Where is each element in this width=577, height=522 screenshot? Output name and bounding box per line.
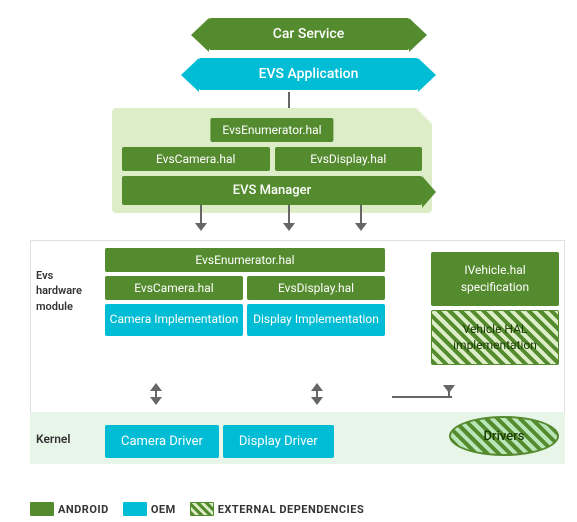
- arrowhead-display-up: [311, 383, 323, 391]
- legend: ANDROID OEM EXTERNAL DEPENDENCIES: [30, 502, 565, 516]
- inner-evs-display: EvsDisplay.hal: [247, 276, 385, 300]
- evs-display-top: EvsDisplay.hal: [275, 147, 423, 171]
- evs-hw-line3: module: [36, 300, 73, 313]
- camera-driver-label: Camera Driver: [121, 434, 203, 449]
- h-line-vehicle: [392, 396, 452, 398]
- arrow-v-display: [360, 205, 362, 225]
- evs-hw-line1: Evs: [36, 269, 53, 282]
- drivers-label: Drivers: [483, 429, 524, 444]
- display-impl-label: Display Implementation: [253, 312, 379, 326]
- inner-hal-row: EvsCamera.hal EvsDisplay.hal: [105, 276, 385, 300]
- legend-oem-label: OEM: [151, 503, 176, 516]
- inner-impl-row: Camera Implementation Display Implementa…: [105, 304, 385, 336]
- arrowhead-camera-down: [150, 397, 162, 405]
- v-line-vehicle: [448, 386, 450, 398]
- kernel-boxes: Camera Driver Display Driver: [105, 425, 334, 458]
- evs-hw-module-label: Evs hardware module: [36, 268, 94, 314]
- kernel-label-text: Kernel: [36, 432, 71, 446]
- arrow-v-enum-2: [288, 205, 290, 225]
- drivers-oval: Drivers: [449, 416, 559, 456]
- arrowhead-display-down: [311, 397, 323, 405]
- arrowhead-camera: [195, 223, 207, 231]
- ivehicle-section: IVehicle.hal specification Vehicle HAL i…: [431, 252, 559, 365]
- evs-manager-section: EvsEnumerator.hal EvsCamera.hal EvsDispl…: [112, 108, 432, 213]
- legend-ext-deps-swatch: [190, 502, 214, 516]
- arrow-v-camera: [200, 205, 202, 225]
- camera-impl-box: Camera Implementation: [105, 304, 243, 336]
- inner-evs-enumerator-label: EvsEnumerator.hal: [195, 253, 294, 267]
- camera-impl-label: Camera Implementation: [110, 312, 239, 326]
- evs-manager-label: EVS Manager: [233, 183, 311, 198]
- fold-corner: [416, 108, 432, 124]
- legend-oem: OEM: [123, 502, 176, 516]
- arrowhead-camera-up: [150, 383, 162, 391]
- legend-oem-swatch: [123, 502, 147, 516]
- legend-ext-deps-label: EXTERNAL DEPENDENCIES: [218, 503, 365, 516]
- evs-application-label: EVS Application: [259, 66, 359, 82]
- inner-evs-camera-label: EvsCamera.hal: [134, 281, 213, 295]
- legend-android: ANDROID: [30, 502, 109, 516]
- camera-driver-box: Camera Driver: [105, 425, 219, 458]
- arrowhead-enum-2: [283, 223, 295, 231]
- car-service-box: Car Service: [209, 18, 409, 50]
- vehicle-hal-label: Vehicle HAL implementation: [453, 322, 537, 353]
- kernel-label: Kernel: [36, 432, 71, 446]
- evs-enumerator-top: EvsEnumerator.hal: [210, 118, 333, 142]
- diagram-container: Car Service EVS Application EvsEnumerato…: [0, 0, 577, 522]
- evs-manager-bar: EVS Manager: [122, 176, 422, 205]
- ivehicle-label: IVehicle.hal specification: [461, 263, 529, 294]
- legend-android-label: ANDROID: [58, 503, 109, 516]
- inner-evs-camera: EvsCamera.hal: [105, 276, 243, 300]
- display-impl-box: Display Implementation: [247, 304, 385, 336]
- evs-camera-top: EvsCamera.hal: [122, 147, 270, 171]
- inner-hal-section: EvsEnumerator.hal EvsCamera.hal EvsDispl…: [105, 248, 385, 336]
- evs-enumerator-top-label: EvsEnumerator.hal: [222, 123, 321, 137]
- legend-ext-deps: EXTERNAL DEPENDENCIES: [190, 502, 365, 516]
- evs-display-top-label: EvsDisplay.hal: [310, 152, 386, 166]
- inner-evs-enumerator: EvsEnumerator.hal: [105, 248, 385, 272]
- vehicle-hal-box: Vehicle HAL implementation: [431, 310, 559, 366]
- display-driver-label: Display Driver: [239, 434, 318, 449]
- car-service-label: Car Service: [273, 26, 344, 42]
- evs-hw-line2: hardware: [36, 284, 82, 297]
- hal-row: EvsCamera.hal EvsDisplay.hal: [122, 147, 422, 171]
- ivehicle-box: IVehicle.hal specification: [431, 252, 559, 306]
- inner-evs-display-label: EvsDisplay.hal: [278, 281, 354, 295]
- legend-android-swatch: [30, 502, 54, 516]
- arrow-right-decoration: [422, 176, 436, 208]
- display-driver-box: Display Driver: [223, 425, 334, 458]
- evs-application-box: EVS Application: [199, 58, 419, 90]
- evs-camera-top-label: EvsCamera.hal: [156, 152, 235, 166]
- arrowhead-display: [355, 223, 367, 231]
